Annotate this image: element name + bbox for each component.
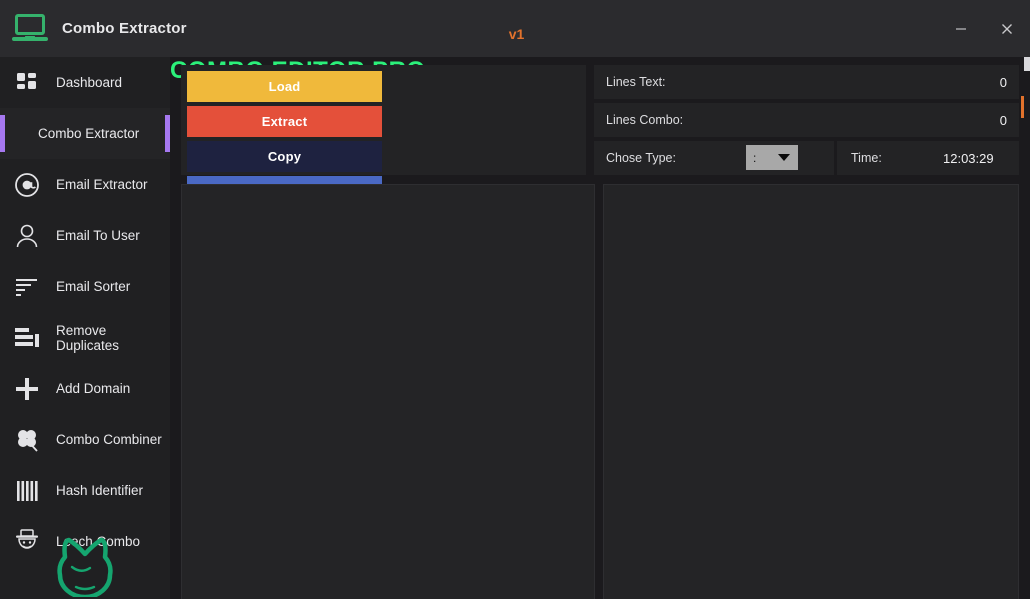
app-version: v1 [508, 26, 525, 42]
minimize-button[interactable] [938, 0, 984, 57]
at-sign-icon [10, 168, 44, 202]
chose-type-cell: Chose Type: : [594, 141, 834, 175]
sidebar-item-label: Email Extractor [56, 177, 148, 192]
sidebar-item-dashboard[interactable]: Dashboard [0, 57, 170, 108]
sidebar-item-remove-duplicates[interactable]: Remove Duplicates [0, 312, 170, 363]
sidebar-item-label: Email To User [56, 228, 140, 243]
duplicate-layers-icon [10, 321, 44, 355]
sidebar-item-label: Combo Combiner [56, 432, 162, 447]
type-and-time-row: Chose Type: : Time: 12:03:29 [594, 141, 1019, 175]
lines-combo-row: Lines Combo: 0 [594, 103, 1019, 137]
sidebar-item-label: Remove Duplicates [56, 322, 120, 353]
brand-area: Combo Extractor [12, 0, 187, 57]
chevron-down-icon [778, 154, 790, 161]
plus-icon [10, 372, 44, 406]
input-textarea-container [181, 184, 595, 599]
status-info-panel: Lines Text: 0 Lines Combo: 0 Chose Type:… [594, 65, 1019, 175]
main-content: Load Extract Copy Save Clear Lines Text:… [170, 57, 1030, 599]
copy-button[interactable]: Copy [187, 141, 382, 172]
action-button-panel: Load Extract Copy Save Clear [181, 65, 586, 242]
close-icon[interactable] [984, 0, 1030, 57]
time-cell: Time: 12:03:29 [834, 141, 1019, 175]
sidebar-item-email-sorter[interactable]: Email Sorter [0, 261, 170, 312]
page-scrollbar-thumb[interactable] [1024, 57, 1030, 71]
extract-button[interactable]: Extract [187, 106, 382, 137]
cat-logo-icon [0, 535, 170, 597]
laptop-icon [12, 13, 48, 44]
time-label: Time: [851, 151, 882, 165]
sidebar-item-hash-identifier[interactable]: Hash Identifier [0, 465, 170, 516]
application-window: Combo Extractor COMBO EDITOR PRO v1 Dash… [0, 0, 1030, 599]
sidebar-item-email-extractor[interactable]: Email Extractor [0, 159, 170, 210]
lines-text-row: Lines Text: 0 [594, 65, 1019, 99]
chose-type-value: : [753, 150, 757, 165]
lines-text-value: 0 [999, 74, 1007, 90]
sidebar-item-label: Dashboard [56, 75, 123, 90]
time-value: 12:03:29 [943, 150, 994, 166]
sidebar-item-label: Email Sorter [56, 279, 131, 294]
bars-icon [10, 474, 44, 508]
sidebar-item-add-domain[interactable]: Add Domain [0, 363, 170, 414]
grid-dashboard-icon [10, 66, 44, 100]
brand-title: Combo Extractor [62, 20, 187, 37]
edge-accent-marker [1021, 96, 1024, 118]
clover-icon [10, 423, 44, 457]
output-textarea[interactable] [604, 185, 1018, 599]
load-button[interactable]: Load [187, 71, 382, 102]
lines-combo-label: Lines Combo: [606, 113, 684, 127]
sidebar-item-combo-extractor[interactable]: Combo Extractor [0, 108, 170, 159]
active-indicator-left [0, 115, 5, 152]
chose-type-label: Chose Type: [606, 151, 676, 165]
sidebar-item-label: Add Domain [56, 381, 131, 396]
lines-combo-value: 0 [999, 112, 1007, 128]
sidebar-item-combo-combiner[interactable]: Combo Combiner [0, 414, 170, 465]
sidebar: Dashboard Combo Extractor Email Extracto… [0, 57, 170, 599]
output-textarea-container [603, 184, 1019, 599]
chose-type-dropdown[interactable]: : [746, 145, 798, 170]
sidebar-item-label: Hash Identifier [56, 483, 144, 498]
input-textarea[interactable] [182, 185, 594, 599]
title-bar: Combo Extractor COMBO EDITOR PRO v1 [0, 0, 1030, 84]
lines-text-label: Lines Text: [606, 75, 666, 89]
sidebar-item-label: Combo Extractor [38, 126, 140, 141]
page-scrollbar-track[interactable] [1024, 57, 1030, 599]
sidebar-item-email-to-user[interactable]: Email To User [0, 210, 170, 261]
user-icon [10, 219, 44, 253]
sort-lines-icon [10, 270, 44, 304]
window-controls [938, 0, 1030, 57]
